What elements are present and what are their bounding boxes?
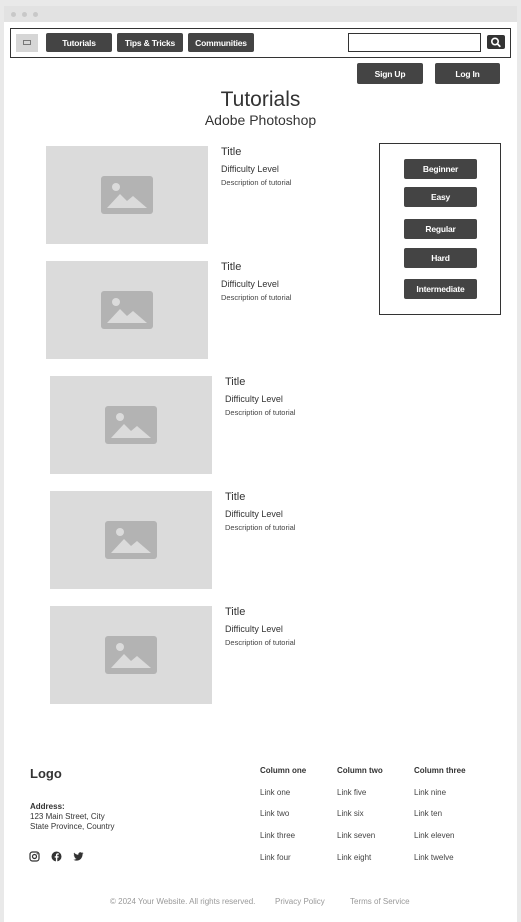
footer-link[interactable]: Link ten	[414, 809, 442, 818]
tutorial-title[interactable]: Title	[225, 606, 245, 618]
log-in-button[interactable]: Log In	[435, 63, 500, 84]
tutorial-difficulty: Difficulty Level	[225, 394, 283, 404]
footer-link[interactable]: Link six	[337, 809, 364, 818]
privacy-policy-link[interactable]: Privacy Policy	[275, 897, 325, 906]
filter-easy-button[interactable]: Easy	[404, 187, 477, 207]
top-navbar: Tutorials Tips & Tricks Communities	[10, 28, 511, 58]
footer-link[interactable]: Link seven	[337, 831, 375, 840]
footer-link[interactable]: Link four	[260, 853, 291, 862]
tutorial-description: Description of tutorial	[225, 523, 296, 532]
footer-logo[interactable]: Logo	[30, 766, 62, 781]
image-placeholder-icon	[105, 636, 157, 674]
footer-link[interactable]: Link one	[260, 788, 290, 797]
instagram-icon[interactable]	[29, 851, 40, 862]
address-label: Address:	[30, 802, 65, 811]
tutorial-difficulty: Difficulty Level	[225, 624, 283, 634]
footer-column-heading: Column one	[260, 766, 307, 775]
tutorial-thumbnail[interactable]	[50, 491, 212, 589]
filter-regular-button[interactable]: Regular	[404, 219, 477, 239]
footer-link[interactable]: Link eight	[337, 853, 371, 862]
footer-link[interactable]: Link eleven	[414, 831, 454, 840]
tutorial-difficulty: Difficulty Level	[221, 164, 279, 174]
tutorial-description: Description of tutorial	[221, 178, 292, 187]
footer-link[interactable]: Link two	[260, 809, 289, 818]
footer-link[interactable]: Link five	[337, 788, 366, 797]
tutorial-description: Description of tutorial	[225, 638, 296, 647]
tutorial-title[interactable]: Title	[225, 491, 245, 503]
nav-communities-button[interactable]: Communities	[188, 33, 254, 52]
copyright-text: © 2024 Your Website. All rights reserved…	[110, 897, 256, 906]
page-title: Tutorials	[220, 88, 301, 111]
image-placeholder-icon	[101, 176, 153, 214]
filter-hard-button[interactable]: Hard	[404, 248, 477, 268]
window-dot-icon	[11, 12, 16, 17]
tutorial-description: Description of tutorial	[221, 293, 292, 302]
difficulty-filter-panel: Beginner Easy Regular Hard Intermediate	[379, 143, 501, 315]
window-dot-icon	[33, 12, 38, 17]
footer-column-heading: Column two	[337, 766, 383, 775]
nav-tutorials-button[interactable]: Tutorials	[46, 33, 112, 52]
window-dot-icon	[22, 12, 27, 17]
window-titlebar	[4, 6, 517, 22]
address-line: 123 Main Street, City	[30, 812, 105, 821]
search-input[interactable]	[348, 33, 481, 52]
site-logo-icon[interactable]	[16, 34, 38, 52]
tutorial-thumbnail[interactable]	[46, 146, 208, 244]
filter-beginner-button[interactable]: Beginner	[404, 159, 477, 179]
tutorial-title[interactable]: Title	[221, 261, 241, 273]
twitter-icon[interactable]	[73, 851, 84, 862]
tutorial-thumbnail[interactable]	[50, 606, 212, 704]
footer-link[interactable]: Link three	[260, 831, 295, 840]
address-line: State Province, Country	[30, 822, 115, 831]
tutorial-thumbnail[interactable]	[46, 261, 208, 359]
search-icon	[491, 37, 501, 48]
tutorial-thumbnail[interactable]	[50, 376, 212, 474]
search-button[interactable]	[487, 35, 505, 49]
image-placeholder-icon	[101, 291, 153, 329]
tutorial-title[interactable]: Title	[221, 146, 241, 158]
image-placeholder-icon	[105, 406, 157, 444]
facebook-icon[interactable]	[51, 851, 62, 862]
image-placeholder-icon	[105, 521, 157, 559]
terms-of-service-link[interactable]: Terms of Service	[350, 897, 410, 906]
sign-up-button[interactable]: Sign Up	[357, 63, 423, 84]
footer-column-heading: Column three	[414, 766, 466, 775]
page-subtitle: Adobe Photoshop	[204, 112, 317, 128]
footer-link[interactable]: Link twelve	[414, 853, 454, 862]
tutorial-title[interactable]: Title	[225, 376, 245, 388]
nav-tips-tricks-button[interactable]: Tips & Tricks	[117, 33, 183, 52]
footer-link[interactable]: Link nine	[414, 788, 446, 797]
tutorial-description: Description of tutorial	[225, 408, 296, 417]
tutorial-difficulty: Difficulty Level	[225, 509, 283, 519]
browser-window: Tutorials Tips & Tricks Communities Sign…	[4, 6, 517, 922]
filter-intermediate-button[interactable]: Intermediate	[404, 279, 477, 299]
tutorial-difficulty: Difficulty Level	[221, 279, 279, 289]
